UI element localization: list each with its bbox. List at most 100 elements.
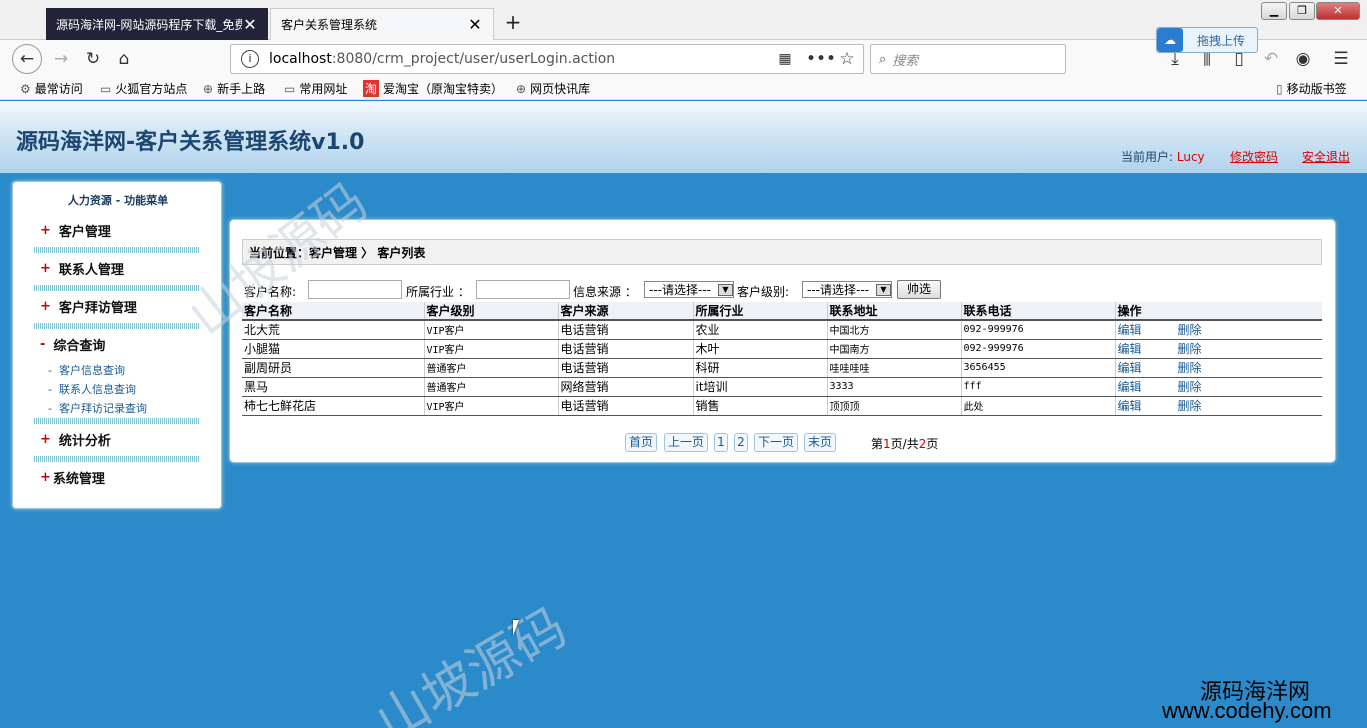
bookmark-most-visited[interactable]: ⚙ 最常访问 [20,80,83,97]
sidebar-subitem-contact-query[interactable]: - 联系人信息查询 [48,381,136,397]
sidebar-subitem-visit-query[interactable]: - 客户拜访记录查询 [48,400,147,416]
divider [34,456,200,462]
url-host: localhost [269,51,332,67]
table-actions: 编辑 删除 [1115,396,1322,416]
table-cell: VIP客户 [424,396,559,416]
sidebar-item-contacts[interactable]: + 联系人管理 [40,259,124,278]
url-bar[interactable]: i localhost :8080/crm_project/user/userL… [230,44,864,74]
table-cell: 中国南方 [827,339,962,359]
forward-icon[interactable]: → [48,46,74,72]
sidebar-item-customer[interactable]: + 客户管理 [40,221,111,240]
edit-link[interactable]: 编辑 [1118,342,1142,356]
search-icon: ⌕ [879,51,887,67]
back-icon[interactable]: ← [12,44,42,74]
mouse-cursor [513,620,525,636]
bookmark-label: 移动版书签 [1286,82,1347,96]
bookmark-aitaobao[interactable]: 淘爱淘宝（原淘宝特卖） [363,80,503,97]
account-icon[interactable]: ◉ [1290,46,1316,72]
table-cell: 092-999976 [961,339,1116,359]
sidebar-item-system[interactable]: + 系统管理 [40,468,105,487]
edit-link[interactable]: 编辑 [1118,399,1142,413]
bookmark-firefox[interactable]: ▭ 火狐官方站点 [100,80,187,97]
table-cell: 普通客户 [424,358,559,378]
bookmark-web-slices[interactable]: ⊕ 网页快讯库 [516,80,590,97]
header-name: 客户名称 [242,302,425,321]
industry-label: 所属行业 ： [406,285,470,299]
close-icon[interactable]: ✕ [467,15,483,34]
delete-link[interactable]: 删除 [1178,380,1202,394]
browser-tab-1[interactable]: 源码海洋网-网站源码程序下载_免费 ✕ [46,8,268,40]
source-select[interactable]: ---请选择--- ▼ [644,281,734,298]
table-cell: 小腿猫 [242,339,425,359]
home-icon[interactable]: ⌂ [111,46,137,72]
new-tab-button[interactable]: + [500,10,526,36]
pager-last[interactable]: 末页 [804,433,836,452]
undo-icon[interactable]: ↶ [1258,46,1284,72]
folder-icon: ▭ [100,81,112,96]
taobao-icon: 淘 [363,80,380,97]
qr-icon[interactable]: ▦ [772,46,798,72]
maximize-button[interactable]: ❐ [1289,2,1315,20]
sidebar-item-visits[interactable]: + 客户拜访管理 [40,297,137,316]
chevron-down-icon: ▼ [718,284,733,296]
bookmark-getting-started[interactable]: ⊕ 新手上路 [203,80,265,97]
edit-link[interactable]: 编辑 [1118,361,1142,375]
header-industry: 所属行业 [693,302,828,321]
upload-label: 拖拽上传 [1197,33,1246,48]
pager-prev[interactable]: 上一页 [664,433,708,452]
minimize-button[interactable]: ▁ [1261,2,1287,20]
pager-first[interactable]: 首页 [625,433,657,452]
star-icon[interactable]: ☆ [834,46,860,72]
header-phone: 联系电话 [961,302,1116,321]
menu-icon[interactable]: ☰ [1328,46,1354,72]
sidebar-item-statistics[interactable]: + 统计分析 [40,430,111,449]
customer-name-input[interactable] [308,280,402,299]
search-bar[interactable]: ⌕ 搜索 [870,44,1066,74]
tab-title: 客户关系管理系统 [281,18,378,32]
sidebar-subitem-customer-query[interactable]: - 客户信息查询 [48,362,125,378]
delete-link[interactable]: 删除 [1178,323,1202,337]
level-label: 客户级别: [737,285,790,299]
edit-link[interactable]: 编辑 [1118,380,1142,394]
divider [34,323,200,329]
divider [34,418,200,424]
expand-icon: + [40,261,51,276]
window-close-button[interactable]: ✕ [1316,2,1360,20]
table-cell: 顶顶顶 [827,396,962,416]
table-row: 北大荒 VIP客户 电话营销 农业 中国北方 092-999976 编辑 删除 [242,320,1322,340]
table-cell: 092-999976 [961,320,1116,340]
table-row: 小腿猫 VIP客户 电话营销 木叶 中国南方 092-999976 编辑 删除 [242,339,1322,359]
browser-tab-2[interactable]: 客户关系管理系统 ✕ [270,8,494,40]
bookmark-common-sites[interactable]: ▭ 常用网址 [284,80,347,97]
logout-link[interactable]: 安全退出 [1302,148,1350,165]
change-password-link[interactable]: 修改密码 [1230,148,1278,165]
pager-page-1[interactable]: 1 [714,433,728,452]
info-icon[interactable]: i [241,50,259,68]
edit-link[interactable]: 编辑 [1118,323,1142,337]
filter-button[interactable]: 帅选 [897,280,941,299]
mobile-icon: ▯ [1276,81,1283,96]
pager-page-2[interactable]: 2 [734,433,748,452]
sidebar-item-query[interactable]: - 综合查询 [40,335,105,354]
delete-link[interactable]: 删除 [1178,399,1202,413]
upload-button[interactable]: ☁ 拖拽上传 [1156,27,1258,53]
table-actions: 编辑 删除 [1115,339,1322,359]
app-title: 源码海洋网-客户关系管理系统v1.0 [16,130,365,155]
close-icon[interactable]: ✕ [242,15,258,34]
pager-info-prefix: 第 [871,437,884,451]
bookmark-mobile[interactable]: ▯ 移动版书签 [1276,80,1347,97]
level-select[interactable]: ---请选择--- ▼ [802,281,892,298]
reload-icon[interactable]: ↻ [80,46,106,72]
table-cell: fff [961,377,1116,397]
delete-link[interactable]: 删除 [1178,361,1202,375]
industry-input[interactable] [476,280,570,299]
delete-link[interactable]: 删除 [1178,342,1202,356]
sidebar-subitem-label: 客户信息查询 [58,364,125,377]
more-icon[interactable]: ••• [806,46,836,72]
cloud-icon: ☁ [1157,28,1183,52]
table-cell: 普通客户 [424,377,559,397]
sidebar-item-label: 联系人管理 [58,263,124,278]
pager-next[interactable]: 下一页 [754,433,798,452]
table-cell: 网络营销 [558,377,694,397]
table-cell: 科研 [693,358,828,378]
